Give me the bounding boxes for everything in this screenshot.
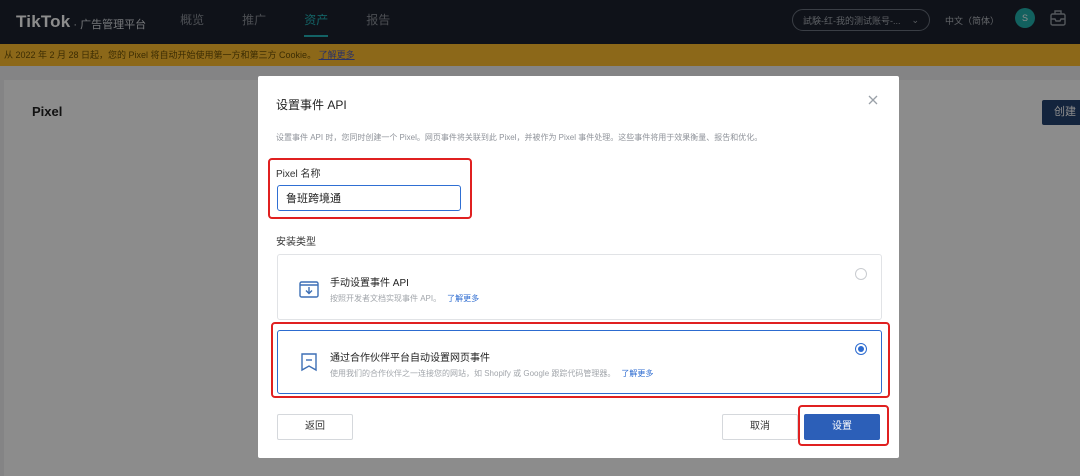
option-manual-desc-text: 按照开发者文档实现事件 API。 [330, 294, 442, 303]
highlight-pixel-name [268, 158, 472, 219]
install-type-label: 安装类型 [276, 237, 316, 248]
option-manual-title: 手动设置事件 API [330, 278, 409, 289]
highlight-setup-button [798, 405, 889, 446]
back-button[interactable]: 返回 [277, 414, 353, 440]
option-manual-setup[interactable]: 手动设置事件 API 按照开发者文档实现事件 API。 了解更多 [277, 254, 882, 320]
close-icon[interactable] [867, 94, 879, 106]
option-manual-radio[interactable] [855, 268, 867, 280]
modal-description: 设置事件 API 时，您同时创建一个 Pixel。网页事件将关联到此 Pixel… [276, 133, 763, 142]
cancel-button[interactable]: 取消 [722, 414, 798, 440]
setup-events-api-modal: 设置事件 API 设置事件 API 时，您同时创建一个 Pixel。网页事件将关… [258, 76, 899, 458]
option-manual-learn-more-link[interactable]: 了解更多 [447, 294, 479, 303]
option-manual-desc: 按照开发者文档实现事件 API。 了解更多 [330, 293, 479, 304]
modal-title: 设置事件 API [276, 98, 347, 112]
highlight-partner-option [271, 322, 890, 398]
download-box-icon [299, 281, 319, 298]
